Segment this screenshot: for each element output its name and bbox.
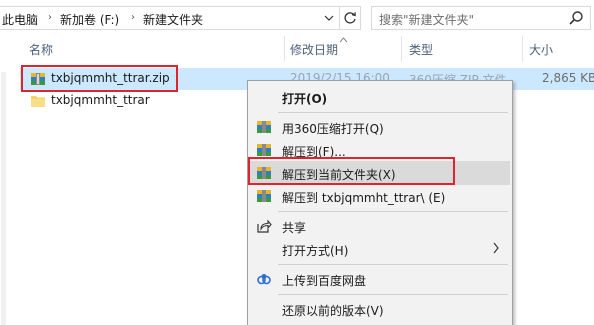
menu-item-label: 共享: [282, 221, 307, 235]
search-icon[interactable]: [568, 10, 584, 26]
scroll-thumb[interactable]: [1, 72, 6, 325]
column-size[interactable]: 大小: [529, 41, 553, 58]
address-dropdown-button[interactable]: [318, 7, 338, 29]
chevron-down-icon: [324, 15, 334, 21]
column-name[interactable]: 名称: [29, 41, 53, 58]
menu-separator: [278, 294, 508, 295]
column-divider[interactable]: [284, 36, 285, 62]
column-type[interactable]: 类型: [409, 41, 433, 58]
left-scroll-strip: [0, 62, 8, 325]
address-bar[interactable]: 此电脑 › 新加卷 (F:) › 新建文件夹: [0, 6, 361, 30]
submenu-arrow-icon: [493, 242, 499, 254]
archive-360-icon: [257, 144, 271, 156]
annotation-box-menu-item: [248, 157, 455, 185]
column-divider[interactable]: [401, 36, 402, 62]
file-size: 2,865 KB: [542, 71, 594, 85]
context-menu: 打开(O) 用360压缩打开(Q) 解压到(F)... 解压到当前文件夹(X): [247, 80, 513, 325]
breadcrumb-this-pc[interactable]: 此电脑: [2, 11, 38, 28]
archive-360-icon: [257, 121, 271, 133]
refresh-icon: [344, 12, 356, 24]
menu-separator: [278, 264, 508, 265]
column-modified[interactable]: 修改日期: [290, 41, 338, 58]
search-input[interactable]: 搜索"新建文件夹": [379, 11, 474, 28]
column-divider[interactable]: [522, 36, 523, 62]
breadcrumb-separator[interactable]: ›: [131, 12, 135, 23]
share-icon: [257, 219, 272, 233]
archive-360-icon: [257, 190, 271, 202]
menu-item-label: 还原以前的版本(V): [282, 304, 384, 318]
search-box[interactable]: 搜索"新建文件夹": [371, 6, 591, 30]
menu-separator: [278, 211, 508, 212]
file-explorer-window: 此电脑 › 新加卷 (F:) › 新建文件夹 搜索"新建文件夹" 名称 修改日期…: [0, 0, 594, 325]
menu-item-upload-baidu[interactable]: 上传到百度网盘: [250, 267, 510, 291]
baidu-cloud-icon: [257, 274, 271, 285]
breadcrumb-folder[interactable]: 新建文件夹: [143, 11, 203, 28]
menu-item-open[interactable]: 打开(O): [250, 85, 510, 109]
file-name: txbjqmmht_ttrar: [51, 93, 150, 107]
menu-separator: [278, 112, 508, 113]
breadcrumb-drive[interactable]: 新加卷 (F:): [60, 11, 119, 28]
menu-item-label: 用360压缩打开(Q): [282, 122, 384, 136]
menu-item-label: 上传到百度网盘: [282, 274, 367, 288]
menu-item-open-with-360[interactable]: 用360压缩打开(Q): [250, 115, 510, 139]
folder-icon: [31, 96, 45, 107]
menu-item-label: 打开(O): [282, 92, 328, 106]
menu-item-share[interactable]: 共享: [250, 214, 510, 238]
menu-item-label: 打开方式(H): [282, 244, 349, 258]
breadcrumb-separator[interactable]: ›: [48, 12, 52, 23]
menu-item-open-with[interactable]: 打开方式(H): [250, 237, 510, 261]
address-bar-row: 此电脑 › 新加卷 (F:) › 新建文件夹 搜索"新建文件夹": [0, 0, 594, 36]
refresh-button[interactable]: [339, 7, 360, 29]
column-header: 名称 修改日期 类型 大小: [0, 36, 594, 62]
menu-item-label: 解压到 txbjqmmht_ttrar\ (E): [282, 191, 446, 205]
menu-item-restore-versions[interactable]: 还原以前的版本(V): [250, 297, 510, 321]
sort-caret-icon: [339, 37, 348, 43]
annotation-box-file: [21, 65, 178, 92]
menu-item-extract-to-folder[interactable]: 解压到 txbjqmmht_ttrar\ (E): [250, 184, 510, 208]
